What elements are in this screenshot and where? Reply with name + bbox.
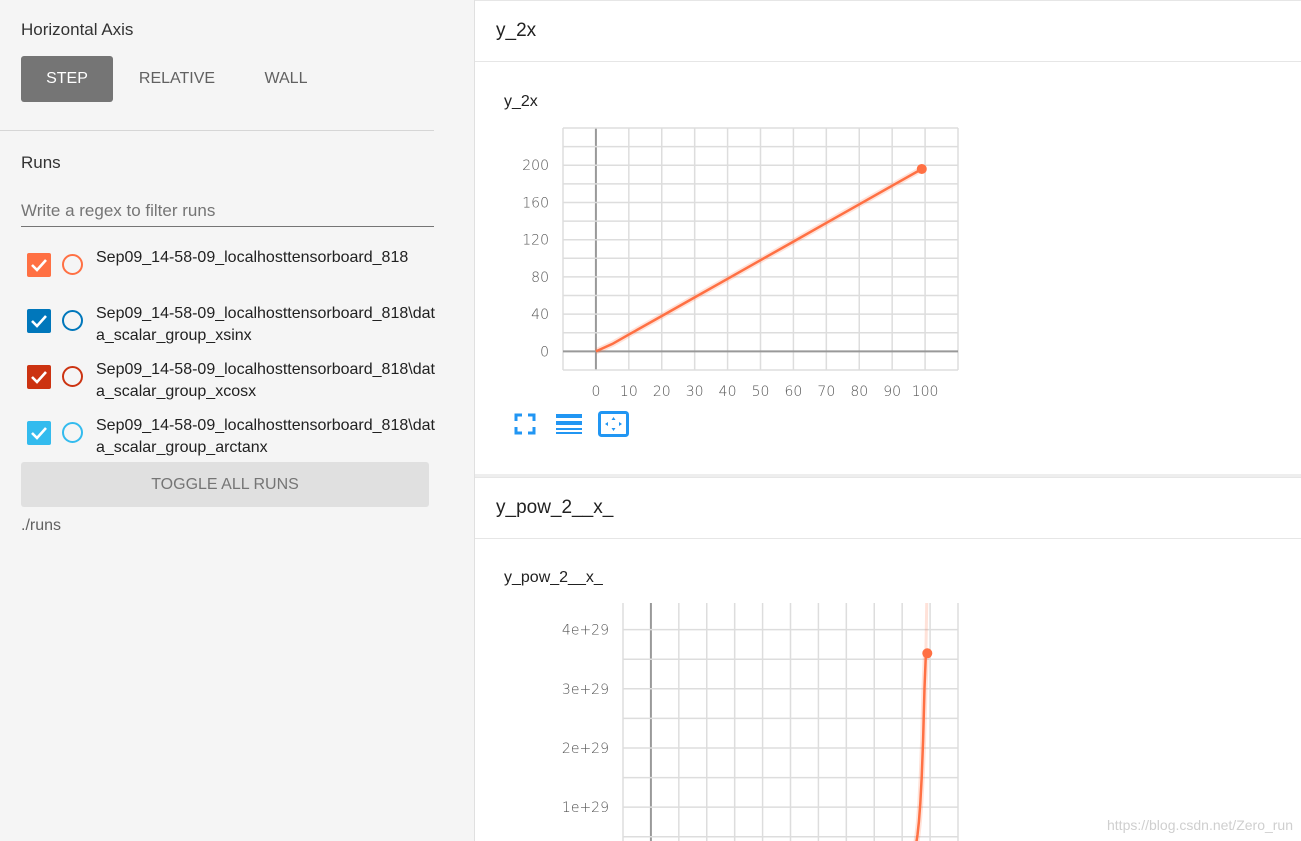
x-tick-label: 0 [591, 384, 600, 400]
charts-layer: 04080120160200010203040506070809010001e+… [522, 127, 959, 841]
y-tick-label: 0 [540, 344, 549, 360]
y-tick-label: 3e+29 [562, 682, 609, 698]
x-tick-label: 60 [785, 384, 803, 400]
x-tick-label: 70 [817, 384, 835, 400]
y-tick-label: 4e+29 [562, 623, 609, 639]
series-last-point [922, 648, 933, 659]
x-tick-label: 10 [620, 384, 638, 400]
y-tick-label: 160 [522, 195, 549, 211]
y-tick-label: 1e+29 [562, 800, 609, 816]
raw-series-line [924, 602, 929, 654]
x-tick-label: 40 [719, 384, 737, 400]
y-tick-label: 2e+29 [562, 741, 609, 757]
series-halo [913, 650, 929, 841]
x-tick-label: 50 [752, 384, 770, 400]
x-tick-label: 30 [686, 384, 704, 400]
y-tick-label: 80 [531, 270, 549, 286]
watermark: https://blog.csdn.net/Zero_run [1107, 817, 1293, 833]
y-tick-label: 120 [522, 233, 549, 249]
x-tick-label: 20 [653, 384, 671, 400]
series-last-point [916, 163, 927, 174]
x-tick-label: 100 [912, 384, 939, 400]
series-line [915, 652, 928, 841]
y-tick-label: 200 [522, 158, 549, 174]
x-tick-label: 90 [883, 384, 901, 400]
x-tick-label: 80 [850, 384, 868, 400]
y-tick-label: 40 [531, 307, 549, 323]
